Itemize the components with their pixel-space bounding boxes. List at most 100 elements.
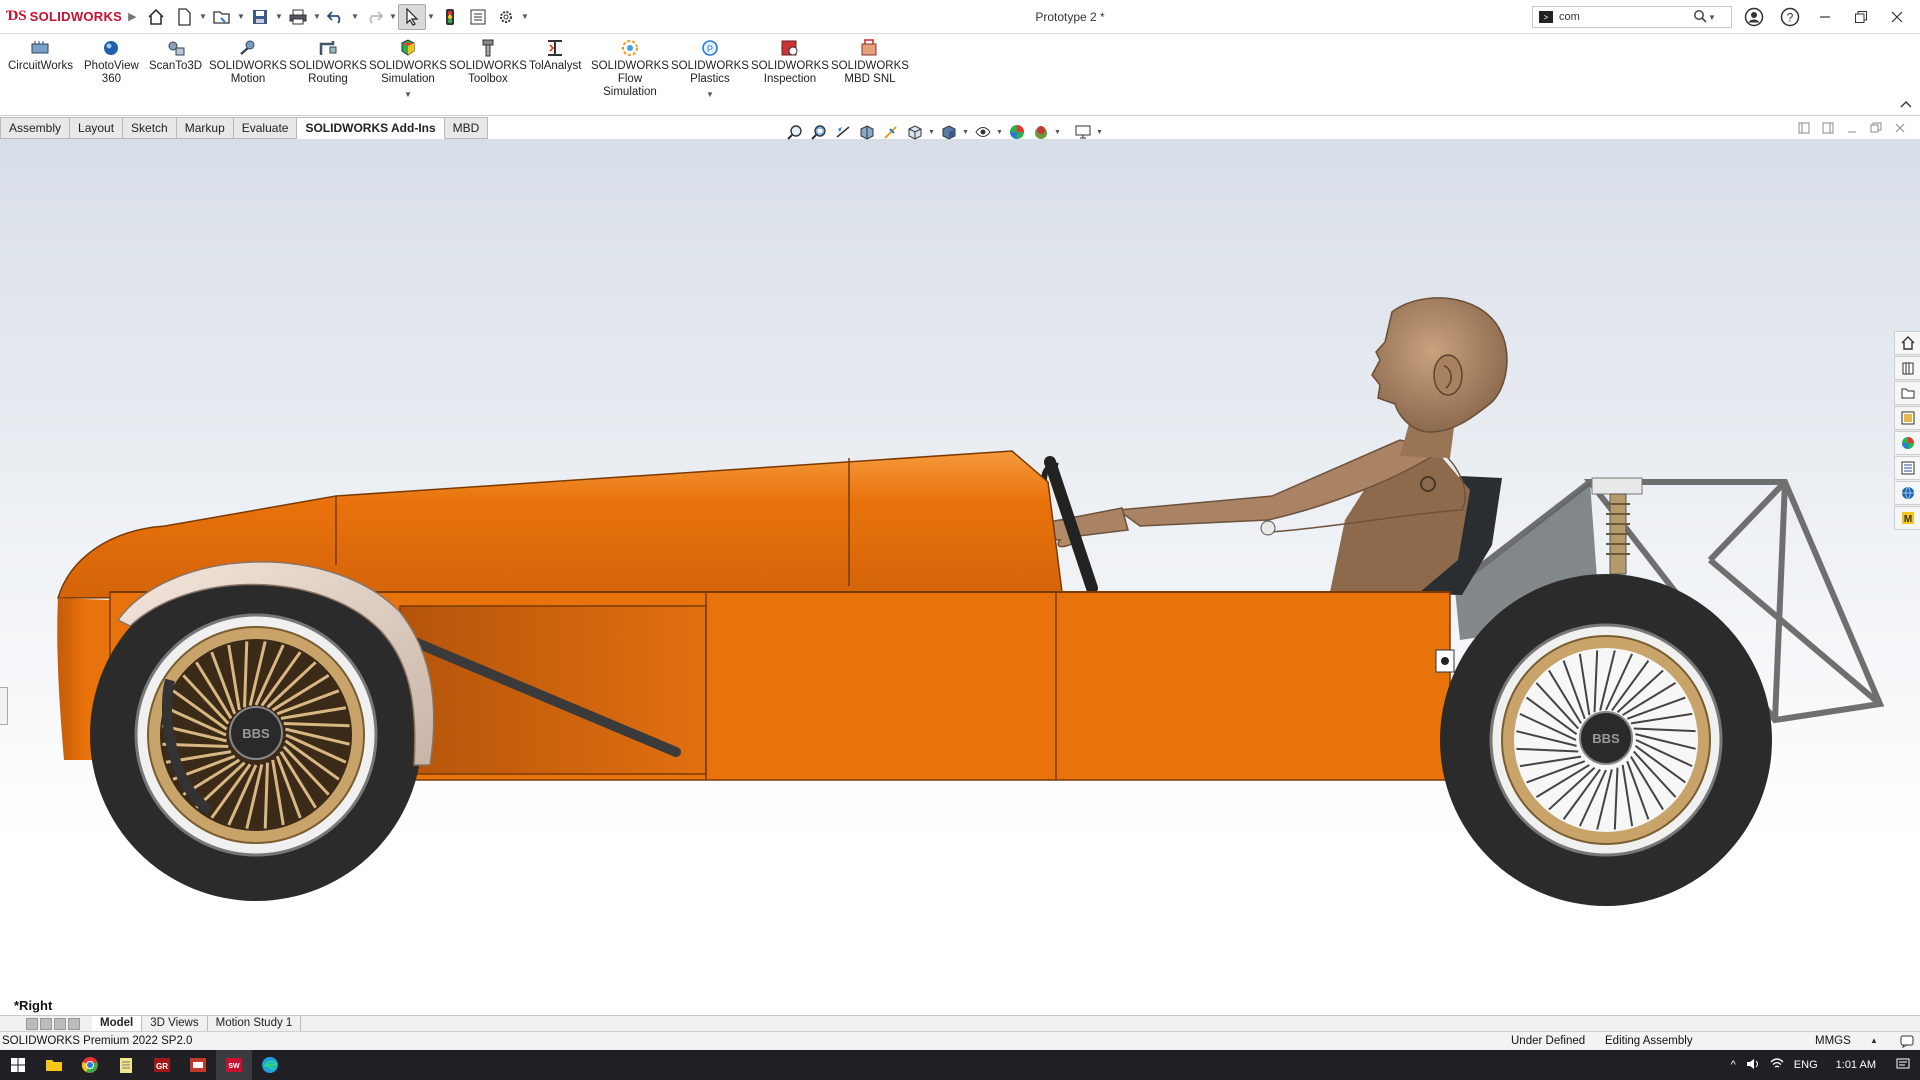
view-orientation-icon[interactable] [904,121,926,143]
view-settings-icon[interactable] [1072,121,1094,143]
chevron-down-icon[interactable]: ▼ [928,129,936,136]
solidworks-taskbar-icon[interactable]: SW [216,1050,252,1080]
viewport-restore-icon[interactable] [1870,122,1882,137]
chevron-down-icon[interactable]: ▼ [1096,129,1104,136]
circuitworks-button[interactable]: CircuitWorks [8,38,73,73]
display-style-icon[interactable] [938,121,960,143]
zoom-to-area-icon[interactable] [808,121,830,143]
chevron-down-icon[interactable]: ▼ [520,12,530,21]
print-icon[interactable] [284,4,312,30]
clock[interactable]: 1:01 AM [1836,1059,1876,1071]
chevron-down-icon[interactable]: ▼ [274,12,284,21]
open-folder-icon[interactable] [208,4,236,30]
tab-mbd[interactable]: MBD [444,117,489,139]
file-properties-icon[interactable] [464,4,492,30]
custom-properties-icon[interactable] [1894,456,1920,480]
scanto3d-button[interactable]: ScanTo3D [149,38,202,73]
close-icon[interactable] [1890,0,1904,34]
windows-start-icon[interactable] [0,1050,36,1080]
file-explorer-icon[interactable] [1894,381,1920,405]
chevron-down-icon[interactable]: ▼ [996,129,1004,136]
tab-markup[interactable]: Markup [176,117,234,139]
viewport-minimize-icon[interactable] [1846,122,1858,137]
chevron-down-icon[interactable]: ▼ [350,12,360,21]
speaker-icon[interactable] [1746,1058,1760,1073]
zoom-to-fit-icon[interactable] [784,121,806,143]
undo-icon[interactable] [322,4,350,30]
solidworks-flow-simulation-button[interactable]: SOLIDWORKS Flow Simulation [591,38,669,99]
redo-icon[interactable] [360,4,388,30]
tolanalyst-button[interactable]: TolAnalyst [529,38,581,73]
view-palette-icon[interactable] [1894,406,1920,430]
chevron-down-icon[interactable]: ▼ [404,88,412,101]
car-assembly-model[interactable]: BBS BBS [0,139,1920,1015]
design-library-icon[interactable] [1894,356,1920,380]
solidworks-mbd-snl-button[interactable]: SOLIDWORKS MBD SNL [831,38,909,86]
file-explorer-taskbar-icon[interactable] [36,1050,72,1080]
chevron-down-icon[interactable]: ▼ [388,12,398,21]
solidworks-logo[interactable]: ƊS SOLIDWORKS ▶ [0,0,138,34]
tab-3d-views[interactable]: 3D Views [142,1016,208,1032]
photoview-360-button[interactable]: PhotoView 360 [84,38,139,86]
chevron-up-icon[interactable]: ▲ [1870,1032,1878,1050]
tab-sketch[interactable]: Sketch [123,117,177,139]
next-tab-arrow-icon[interactable] [54,1017,66,1030]
search-input[interactable] [1559,11,1689,23]
last-tab-arrow-icon[interactable] [68,1017,80,1030]
forum-globe-icon[interactable] [1894,481,1920,505]
tab-layout[interactable]: Layout [70,117,124,139]
search-commands-box[interactable]: > ▼ [1532,6,1732,28]
chevron-down-icon[interactable]: ▼ [426,12,436,21]
previous-view-icon[interactable] [832,121,854,143]
language-indicator[interactable]: ENG [1794,1059,1818,1071]
chevron-down-icon[interactable]: ▼ [962,129,970,136]
chevron-down-icon[interactable]: ▼ [198,12,208,21]
viewport-close-icon[interactable] [1894,122,1906,137]
restore-icon[interactable] [1854,0,1868,34]
new-document-icon[interactable] [170,4,198,30]
chevron-up-icon[interactable]: ^ [1731,1059,1736,1071]
chrome-icon[interactable] [72,1050,108,1080]
first-tab-arrow-icon[interactable] [26,1017,38,1030]
chevron-down-icon[interactable]: ▼ [236,12,246,21]
chevron-down-icon[interactable]: ▼ [1054,129,1062,136]
appearances-icon[interactable] [1894,431,1920,455]
featuremanager-collapse-handle[interactable] [0,687,8,725]
minimize-icon[interactable] [1818,0,1832,34]
solidworks-plastics-button[interactable]: P SOLIDWORKS Plastics ▼ [671,38,749,101]
hide-show-items-icon[interactable] [972,121,994,143]
dynamic-annotation-icon[interactable] [880,121,902,143]
wifi-icon[interactable] [1770,1057,1784,1073]
search-icon[interactable] [1693,9,1707,26]
tab-motion-study-1[interactable]: Motion Study 1 [208,1016,302,1032]
graphics-area[interactable]: BBS BBS M Y [0,139,1920,1015]
save-icon[interactable] [246,4,274,30]
user-account-icon[interactable] [1744,0,1764,34]
mbd-icon[interactable]: M [1894,506,1920,530]
notepad-icon[interactable] [108,1050,144,1080]
section-view-icon[interactable] [856,121,878,143]
unit-system-selector[interactable]: MMGS [1815,1032,1851,1050]
notification-icon[interactable] [1896,1057,1910,1074]
tab-solidworks-add-ins[interactable]: SOLIDWORKS Add-Ins [297,117,445,139]
chevron-down-icon[interactable]: ▼ [1707,13,1717,22]
red-app-icon[interactable] [180,1050,216,1080]
edit-appearance-icon[interactable] [1006,121,1028,143]
rebuild-traffic-light-icon[interactable] [436,4,464,30]
tab-assembly[interactable]: Assembly [0,117,71,139]
chevron-down-icon[interactable]: ▼ [312,12,322,21]
tab-evaluate[interactable]: Evaluate [233,117,298,139]
solidworks-inspection-button[interactable]: SOLIDWORKS Inspection [751,38,829,86]
solidworks-simulation-button[interactable]: SOLIDWORKS Simulation ▼ [369,38,447,101]
tab-model[interactable]: Model [92,1016,143,1032]
gr-app-icon[interactable]: GR [144,1050,180,1080]
previous-tab-arrow-icon[interactable] [40,1017,52,1030]
tile-right-icon[interactable] [1822,122,1834,137]
help-icon[interactable]: ? [1780,0,1800,34]
options-gear-icon[interactable] [492,4,520,30]
collapse-ribbon-icon[interactable] [1900,99,1912,111]
select-cursor-icon[interactable] [398,3,426,30]
home-icon[interactable] [142,4,170,30]
apply-scene-icon[interactable] [1030,121,1052,143]
edge-icon[interactable] [252,1050,288,1080]
